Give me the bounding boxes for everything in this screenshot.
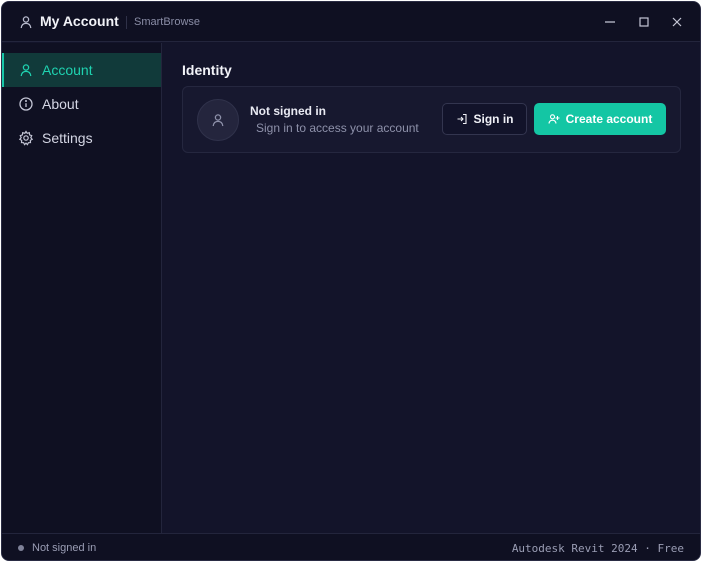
add-user-icon xyxy=(548,114,560,124)
status-bar: Not signed in Autodesk Revit 2024 · Free xyxy=(2,533,700,560)
avatar xyxy=(197,99,239,141)
sidebar-item-account[interactable]: Account xyxy=(2,53,161,87)
user-icon xyxy=(18,14,34,30)
account-status-subtitle: Sign in to access your account xyxy=(256,121,419,135)
user-icon xyxy=(18,62,34,78)
sidebar-item-about[interactable]: About xyxy=(2,87,161,121)
sign-in-label: Sign in xyxy=(473,112,514,126)
create-account-label: Create account xyxy=(565,112,653,126)
title-bar: My Account SmartBrowse xyxy=(2,2,700,42)
info-icon xyxy=(18,96,34,112)
minimize-button[interactable] xyxy=(602,14,618,30)
window-title: My Account xyxy=(40,13,119,29)
maximize-icon xyxy=(639,17,649,27)
sidebar-item-label: Settings xyxy=(42,130,93,146)
sidebar-item-label: About xyxy=(42,96,79,112)
status-text: Not signed in xyxy=(32,542,97,554)
account-status-title: Not signed in xyxy=(250,104,326,118)
title-divider xyxy=(126,16,127,29)
identity-card: Not signed in Sign in to access your acc… xyxy=(182,86,681,153)
sign-in-button[interactable]: Sign in xyxy=(442,103,527,135)
create-account-button[interactable]: Create account xyxy=(534,103,666,135)
app-window: My Account SmartBrowse Account About Set… xyxy=(1,1,701,561)
section-title: Identity xyxy=(182,62,232,78)
gear-icon xyxy=(18,130,34,146)
minimize-icon xyxy=(605,21,615,23)
sidebar-item-label: Account xyxy=(42,62,93,78)
login-icon xyxy=(457,113,467,125)
main-content: Identity Not signed in Sign in to access… xyxy=(163,43,700,533)
close-icon xyxy=(672,17,682,27)
maximize-button[interactable] xyxy=(636,14,652,30)
window-subtitle: SmartBrowse xyxy=(134,16,201,28)
user-icon xyxy=(212,114,224,127)
status-dot-icon xyxy=(18,545,24,551)
sidebar: Account About Settings xyxy=(2,43,162,533)
sidebar-item-settings[interactable]: Settings xyxy=(2,121,161,155)
close-button[interactable] xyxy=(669,14,685,30)
host-info: Autodesk Revit 2024 · Free xyxy=(511,542,684,555)
